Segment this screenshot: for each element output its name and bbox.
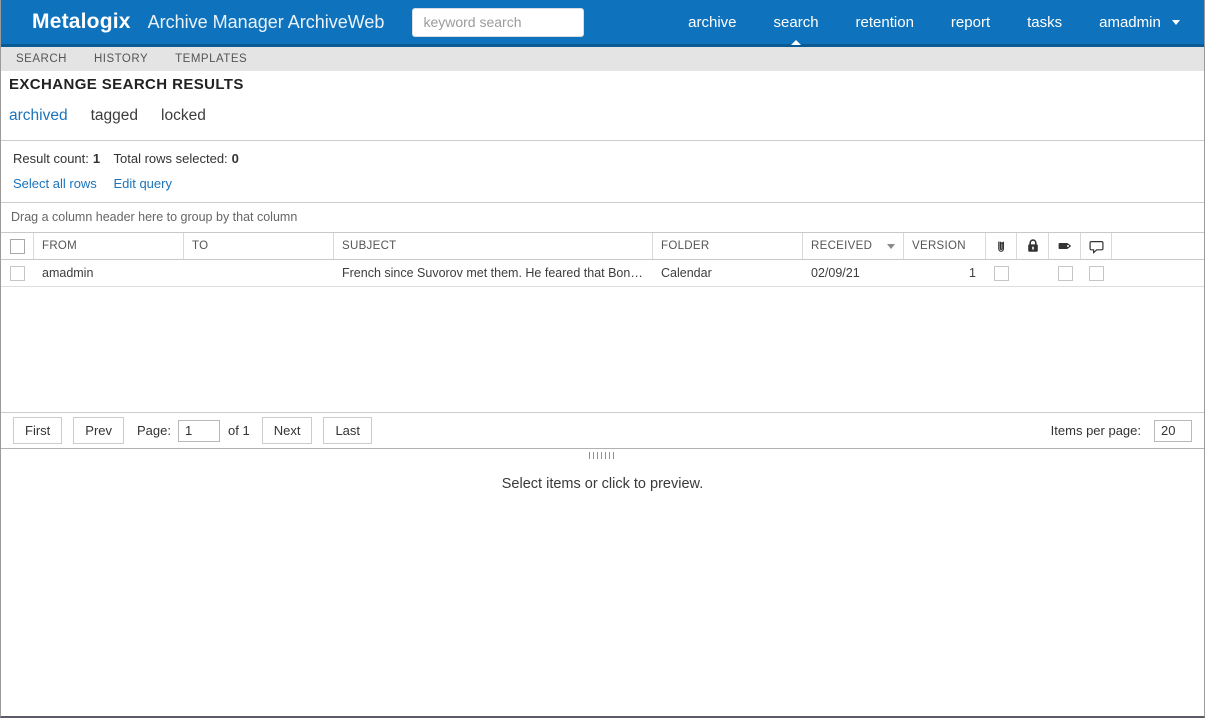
- keyword-search-input[interactable]: [412, 7, 585, 37]
- items-per-page-label: Items per page:: [1050, 423, 1141, 438]
- nav-retention[interactable]: retention: [856, 0, 914, 45]
- preview-pane: Select items or click to preview.: [1, 452, 1204, 492]
- cell-subject: French since Suvorov met them. He feared…: [342, 266, 645, 280]
- page-title: EXCHANGE SEARCH RESULTS: [9, 76, 244, 93]
- column-header-version[interactable]: VERSION: [904, 233, 986, 259]
- active-nav-caret-icon: [791, 39, 802, 45]
- select-all-checkbox[interactable]: [9, 238, 25, 254]
- pagination-bar: First Prev Page: of 1 Next Last Items pe…: [1, 412, 1204, 449]
- nav-report[interactable]: report: [951, 0, 990, 45]
- results-actions: Select all rows Edit query: [13, 176, 1192, 191]
- cell-to: [184, 260, 334, 286]
- rows-selected-value: 0: [231, 151, 239, 166]
- subnav-search[interactable]: SEARCH: [16, 53, 67, 65]
- subnav-templates[interactable]: TEMPLATES: [175, 53, 247, 65]
- column-header-from[interactable]: FROM: [34, 233, 184, 259]
- first-page-button[interactable]: First: [13, 417, 63, 444]
- cell-folder: Calendar: [661, 266, 712, 280]
- column-header-subject[interactable]: SUBJECT: [334, 233, 653, 259]
- table-row[interactable]: amadmin French since Suvorov met them. H…: [1, 260, 1204, 287]
- attachment-checkbox[interactable]: [994, 265, 1009, 281]
- select-all-checkbox-cell: [1, 233, 34, 259]
- result-counts: Result count: 1 Total rows selected: 0: [13, 151, 1192, 166]
- next-page-button[interactable]: Next: [261, 417, 313, 444]
- top-navigation: archive search retention report tasks am…: [651, 0, 1204, 45]
- tag-icon: [1058, 243, 1071, 249]
- cell-from: amadmin: [42, 266, 94, 280]
- cell-filler: [1112, 260, 1204, 286]
- result-count-value: 1: [92, 151, 101, 166]
- column-header-tagged[interactable]: [1049, 233, 1081, 259]
- select-all-rows-link[interactable]: Select all rows: [13, 176, 97, 191]
- cell-received: 02/09/21: [811, 266, 860, 280]
- prev-page-button[interactable]: Prev: [73, 417, 125, 444]
- lock-icon: [1027, 239, 1038, 252]
- received-filter-dropdown-icon[interactable]: [887, 243, 895, 249]
- cell-attachment: [986, 260, 1017, 286]
- tag-checkbox[interactable]: [1057, 265, 1073, 281]
- column-header-received[interactable]: RECEIVED: [803, 233, 904, 259]
- edit-query-link[interactable]: Edit query: [113, 176, 172, 191]
- tab-locked[interactable]: locked: [161, 107, 206, 125]
- column-header-filler: [1112, 233, 1204, 259]
- comment-checkbox[interactable]: [1089, 265, 1104, 281]
- row-checkbox[interactable]: [10, 265, 25, 281]
- metalogix-logo: Metalogix: [32, 10, 131, 33]
- column-header-to[interactable]: TO: [184, 233, 334, 259]
- page-number-input[interactable]: [178, 419, 220, 442]
- rows-selected-label: Total rows selected:: [113, 151, 228, 166]
- user-menu-label: amadmin: [1099, 13, 1161, 31]
- group-by-drop-zone[interactable]: Drag a column header here to group by th…: [1, 202, 1204, 232]
- nav-tasks[interactable]: tasks: [1027, 0, 1062, 45]
- row-checkbox-cell: [1, 260, 34, 286]
- tab-archived[interactable]: archived: [9, 107, 68, 125]
- comment-icon: [1089, 240, 1103, 254]
- table-empty-area: [1, 287, 1204, 412]
- secondary-nav: SEARCH HISTORY TEMPLATES: [1, 47, 1204, 71]
- page-label: Page:: [137, 423, 171, 438]
- chevron-down-icon: [1172, 20, 1180, 26]
- archiveweb-window: Metalogix Archive Manager ArchiveWeb arc…: [0, 0, 1205, 718]
- items-per-page-input[interactable]: [1154, 419, 1192, 442]
- paperclip-icon: [998, 241, 1004, 252]
- splitter-handle[interactable]: [589, 452, 616, 459]
- result-tabs: archived tagged locked: [9, 107, 1204, 140]
- cell-version: 1: [969, 266, 976, 280]
- column-header-comments[interactable]: [1081, 233, 1112, 259]
- tab-tagged[interactable]: tagged: [91, 107, 138, 125]
- user-menu[interactable]: amadmin: [1099, 0, 1180, 45]
- app-title: Archive Manager ArchiveWeb: [147, 11, 385, 32]
- column-header-received-label: RECEIVED: [811, 240, 873, 252]
- cell-comments: [1081, 260, 1112, 286]
- result-count-label: Result count:: [13, 151, 89, 166]
- preview-placeholder-message: Select items or click to preview.: [501, 476, 704, 492]
- column-header-folder[interactable]: FOLDER: [653, 233, 803, 259]
- results-info-bar: Result count: 1 Total rows selected: 0 Sel…: [1, 140, 1204, 202]
- cell-tagged: [1049, 260, 1081, 286]
- cell-locked: [1017, 260, 1049, 286]
- page-total: of 1: [228, 423, 250, 438]
- column-header-locked[interactable]: [1017, 233, 1049, 259]
- table-header-row: FROM TO SUBJECT FOLDER RECEIVED VERSION: [1, 232, 1204, 260]
- nav-search[interactable]: search: [774, 0, 819, 45]
- top-header-bar: Metalogix Archive Manager ArchiveWeb arc…: [1, 0, 1204, 47]
- items-per-page-group: Items per page:: [1049, 419, 1192, 442]
- subnav-history[interactable]: HISTORY: [94, 53, 148, 65]
- nav-archive[interactable]: archive: [688, 0, 736, 45]
- column-header-attachment[interactable]: [986, 233, 1017, 259]
- last-page-button[interactable]: Last: [323, 417, 373, 444]
